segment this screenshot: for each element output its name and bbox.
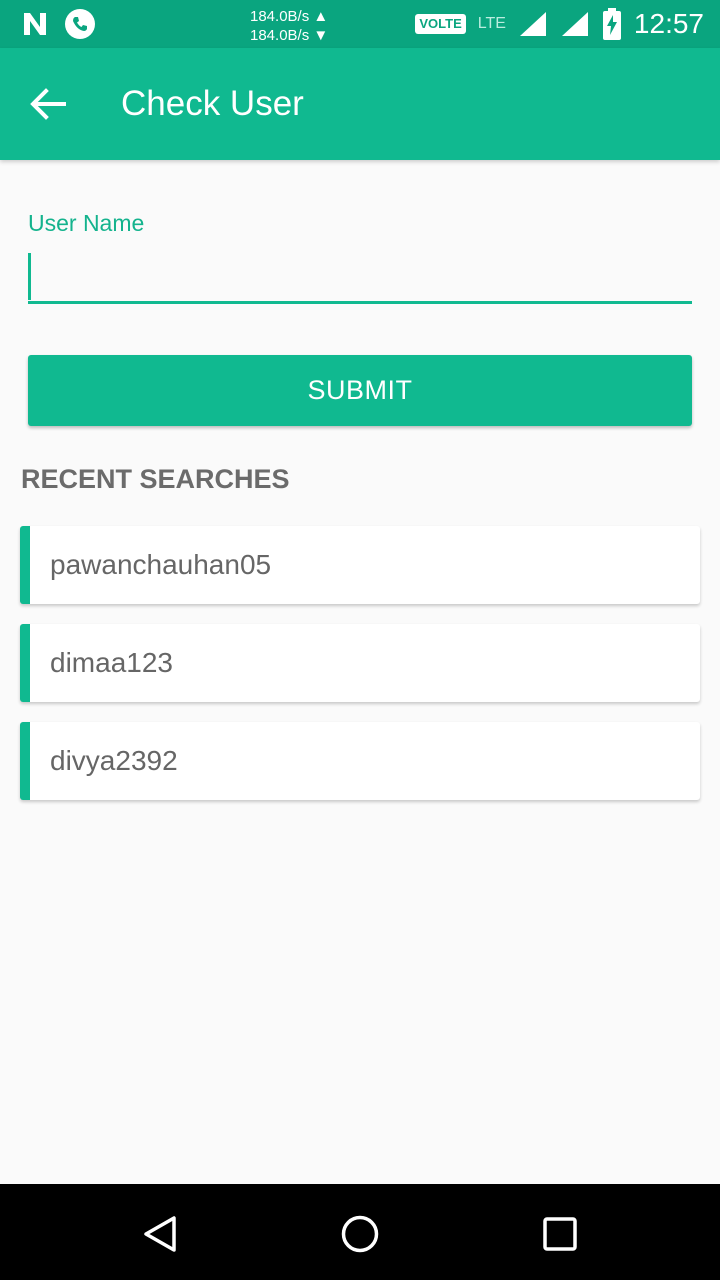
username-label: User Name <box>28 210 145 236</box>
recents-square-icon <box>543 1217 577 1251</box>
back-triangle-icon <box>144 1216 176 1252</box>
back-button[interactable] <box>28 86 68 122</box>
network-speed: 184.0B/s ▲ 184.0B/s ▼ <box>250 7 340 45</box>
volte-badge: VOLTE <box>415 14 466 34</box>
lte-label: LTE <box>477 15 506 32</box>
nav-recents-button[interactable] <box>538 1212 582 1256</box>
recent-searches-list: pawanchauhan05 dimaa123 divya2392 <box>20 526 700 820</box>
submit-button[interactable]: SUBMIT <box>28 355 692 426</box>
username-input[interactable] <box>28 252 692 304</box>
recent-search-item[interactable]: dimaa123 <box>20 624 700 702</box>
recent-search-label: dimaa123 <box>50 647 173 678</box>
clock: 12:57 <box>633 8 704 39</box>
signal-icon-2 <box>561 12 588 36</box>
status-left-icons <box>20 8 96 40</box>
recent-search-item[interactable]: pawanchauhan05 <box>20 526 700 604</box>
n-logo-icon <box>24 13 46 35</box>
status-bar: 184.0B/s ▲ 184.0B/s ▼ VOLTE LTE 12:57 <box>0 0 720 48</box>
recent-search-label: pawanchauhan05 <box>50 549 272 580</box>
text-cursor <box>28 253 31 300</box>
nav-home-button[interactable] <box>338 1212 382 1256</box>
signal-icon <box>519 12 546 36</box>
speed-down: 184.0B/s ▼ <box>250 27 329 44</box>
recent-search-item[interactable]: divya2392 <box>20 722 700 800</box>
arrow-back-icon <box>30 88 66 120</box>
nav-back-button[interactable] <box>138 1212 182 1256</box>
page-title: Check User <box>121 84 304 123</box>
recent-search-label: divya2392 <box>50 745 178 776</box>
status-right-icons: VOLTE LTE 12:57 <box>415 6 704 42</box>
app-bar: Check User <box>0 48 720 160</box>
navigation-bar <box>0 1184 720 1280</box>
speed-up: 184.0B/s ▲ <box>250 8 329 25</box>
recent-searches-title: RECENT SEARCHES <box>21 464 290 494</box>
phone-icon <box>65 9 95 39</box>
home-circle-icon <box>341 1215 379 1253</box>
battery-charging-icon <box>602 8 621 40</box>
